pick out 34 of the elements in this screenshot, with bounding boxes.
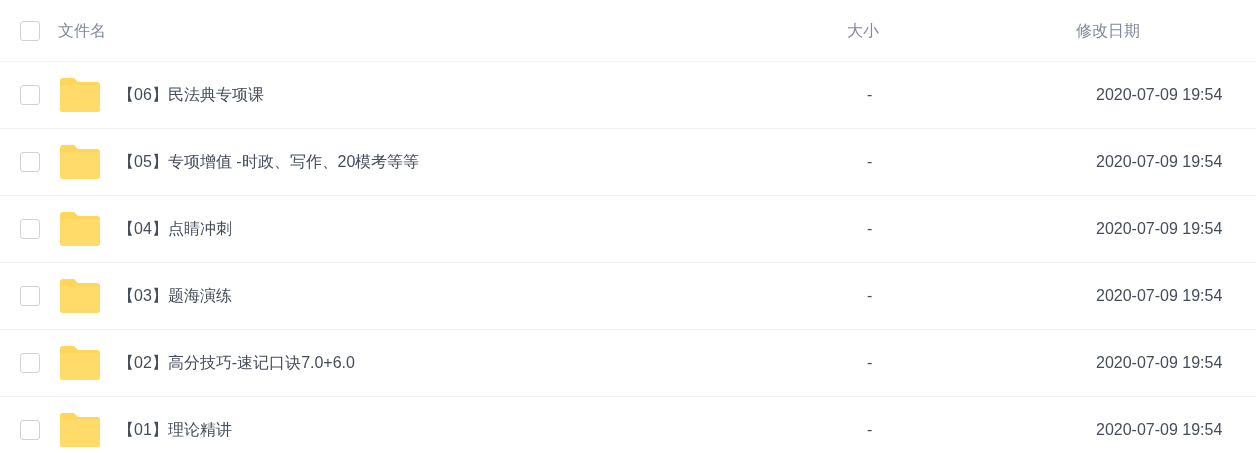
file-size: -: [867, 152, 874, 172]
checkbox[interactable]: [20, 353, 40, 373]
folder-icon: [60, 413, 100, 447]
file-size: -: [867, 286, 874, 306]
file-name[interactable]: 【03】题海演练: [118, 284, 867, 308]
modified-date: 2020-07-09 19:54: [1096, 152, 1223, 172]
file-size: -: [867, 353, 874, 373]
file-size: -: [867, 420, 874, 440]
checkbox[interactable]: [20, 152, 40, 172]
checkbox[interactable]: [20, 20, 40, 41]
checkbox[interactable]: [20, 286, 40, 306]
folder-icon: [60, 78, 100, 112]
checkbox[interactable]: [20, 219, 40, 239]
file-name[interactable]: 【02】高分技巧-速记口诀7.0+6.0: [118, 351, 867, 375]
folder-icon: [60, 212, 100, 246]
file-name[interactable]: 【04】点睛冲刺: [118, 217, 867, 241]
modified-date: 2020-07-09 19:54: [1096, 85, 1223, 105]
column-header[interactable]: 修改日期: [1076, 18, 1140, 43]
checkbox[interactable]: [20, 420, 40, 440]
folder-icon: [60, 279, 100, 313]
modified-date: 2020-07-09 19:54: [1096, 353, 1223, 373]
checkbox[interactable]: [20, 85, 40, 105]
file-name[interactable]: 【06】民法典专项课: [118, 83, 867, 107]
modified-date: 2020-07-09 19:54: [1096, 420, 1223, 440]
modified-date: 2020-07-09 19:54: [1096, 286, 1223, 306]
file-name[interactable]: 【05】专项增值 -时政、写作、20模考等等: [118, 150, 867, 174]
file-size: -: [867, 85, 874, 105]
folder-icon: [60, 145, 100, 179]
file-name[interactable]: 【01】理论精讲: [118, 418, 867, 442]
modified-date: 2020-07-09 19:54: [1096, 219, 1223, 239]
column-header[interactable]: 大小: [847, 18, 1076, 43]
folder-icon: [60, 346, 100, 380]
file-size: -: [867, 219, 874, 239]
column-header[interactable]: 文件名: [58, 18, 847, 43]
